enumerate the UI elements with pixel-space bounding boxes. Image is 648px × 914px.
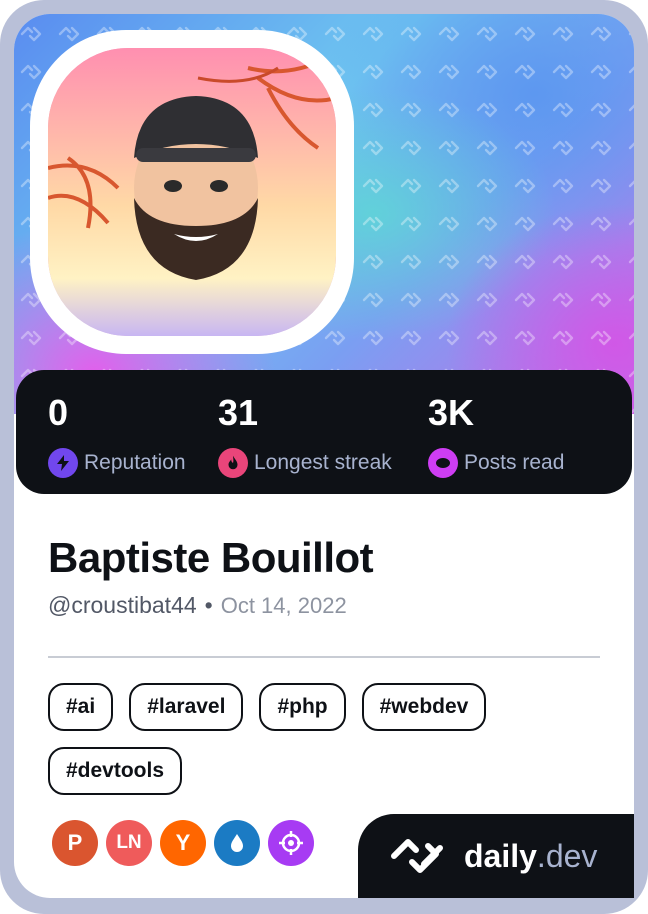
- tag-chip-php[interactable]: #php: [259, 683, 346, 731]
- product-hunt-letter: P: [67, 830, 83, 855]
- daily-dev-logo-icon: [391, 839, 443, 873]
- brand-name: daily: [464, 837, 537, 874]
- tag-chip-webdev[interactable]: #webdev: [361, 683, 487, 731]
- meta-separator: •: [204, 592, 213, 618]
- profile-meta: @croustibat44 • Oct 14, 2022: [48, 592, 608, 619]
- laravel-news-icon[interactable]: LN: [106, 820, 152, 866]
- stat-longest-streak: 31 Longest streak: [218, 392, 392, 478]
- profile-name: Baptiste Bouillot: [48, 534, 374, 581]
- lightning-icon: [48, 448, 78, 478]
- stats-bar: 0 Reputation 31 Longest streak 3K Posts …: [16, 370, 632, 494]
- cover-background: [14, 14, 634, 414]
- crosshair-icon[interactable]: [268, 820, 314, 866]
- flame-icon: [218, 448, 248, 478]
- stat-label: Reputation: [84, 451, 186, 474]
- profile-info: Baptiste Bouillot @croustibat44 • Oct 14…: [48, 534, 608, 619]
- stat-value: 3K: [428, 392, 475, 433]
- memoji-avatar-image: [48, 48, 336, 336]
- avatar[interactable]: [48, 48, 336, 336]
- product-hunt-icon[interactable]: P: [52, 820, 98, 866]
- tag-list: #ai #laravel #php #webdev #devtools: [48, 683, 608, 795]
- profile-username[interactable]: @croustibat44: [48, 592, 197, 619]
- stat-value: 31: [218, 392, 259, 433]
- stat-value: 0: [48, 392, 69, 433]
- stat-reputation: 0 Reputation: [48, 392, 186, 478]
- profile-joined-date: Oct 14, 2022: [220, 592, 347, 618]
- stat-label: Longest streak: [254, 451, 392, 474]
- stat-posts-read: 3K Posts read: [428, 392, 564, 478]
- tag-chip-ai[interactable]: #ai: [48, 683, 114, 731]
- brand-suffix: .dev: [536, 837, 598, 874]
- divider: [48, 656, 600, 658]
- tag-chip-devtools[interactable]: #devtools: [48, 747, 183, 795]
- avatar-frame: [30, 30, 354, 354]
- tag-chip-laravel[interactable]: #laravel: [129, 683, 244, 731]
- eye-icon: [428, 448, 458, 478]
- brand-wordmark: daily.dev: [464, 838, 597, 875]
- hacker-news-letter: Y: [175, 830, 191, 855]
- stat-label: Posts read: [464, 451, 565, 474]
- daily-dev-brand[interactable]: daily.dev: [358, 814, 634, 898]
- source-icons: P LN Y: [52, 820, 314, 866]
- hacker-news-icon[interactable]: Y: [160, 820, 206, 866]
- drop-icon[interactable]: [214, 820, 260, 866]
- laravel-news-letter: LN: [116, 832, 142, 853]
